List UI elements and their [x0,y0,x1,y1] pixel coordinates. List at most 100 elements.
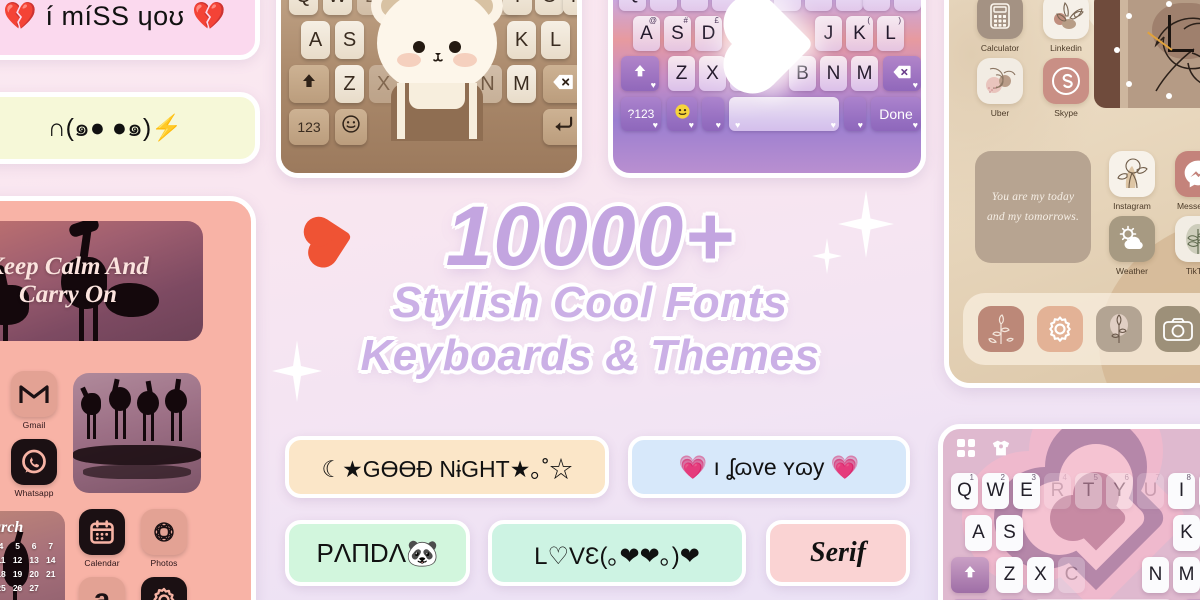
key-z[interactable]: Z [668,56,695,91]
key-i[interactable]: I8 [503,0,532,15]
key-x[interactable]: X [1027,557,1054,593]
key-k[interactable]: K( [846,16,873,51]
app-icon-weather[interactable]: Weather [1109,216,1155,276]
key-e[interactable]: E3 [1013,473,1040,509]
key-s[interactable]: S [996,515,1023,551]
key-n[interactable]: N [820,56,847,91]
key-k[interactable]: K [1173,515,1200,551]
key-p[interactable]: P [894,0,921,11]
key-e[interactable]: E [681,0,708,11]
key-q[interactable]: Q1 [289,0,318,15]
app-icon-photos[interactable]: Photos [141,509,187,568]
key-w[interactable]: W2 [982,473,1009,509]
emoji-key[interactable] [335,109,367,145]
grid-icon[interactable] [957,439,975,457]
key-r[interactable]: R4 [1044,473,1071,509]
emoji-key[interactable]: ♥ [667,97,697,131]
key-m[interactable]: M [507,65,536,103]
app-icon-linkedin[interactable]: Linkedin [1043,0,1089,53]
key-p[interactable]: P0 [563,0,577,15]
flamingo-photo-widget[interactable] [73,373,201,493]
dock-icon-flower[interactable] [978,306,1024,352]
app-icon-uber[interactable]: Uber [977,58,1023,118]
backspace-key[interactable]: ♥ [883,56,921,91]
dock[interactable] [963,293,1200,365]
pink-theme-home-screen[interactable]: Keep Calm And Carry On Messenger Gmail F… [0,196,256,600]
key-m[interactable]: M [1173,557,1200,593]
key-o[interactable]: O9 [535,0,564,15]
clock-widget[interactable] [1094,0,1200,108]
numbers-key[interactable]: 123 [289,109,329,145]
comma-key[interactable]: ♥ [702,97,724,131]
key-x[interactable]: X [699,56,726,91]
key-a[interactable]: A @ [633,16,660,51]
hero-text-block: 10000+ Stylish Cool Fonts Keyboards & Th… [290,194,890,406]
dock-icon-settings[interactable] [1037,306,1083,352]
period-key[interactable]: ♥ [844,97,866,131]
numbers-key[interactable]: ?123 ♥ [621,97,661,131]
key-t[interactable]: T5 [1075,473,1102,509]
done-key[interactable]: Done ♥ [871,97,921,131]
key-c[interactable]: C [1058,557,1085,593]
key-w[interactable]: W2 [323,0,352,15]
key-z[interactable]: Z [996,557,1023,593]
theme-shirt-icon[interactable] [991,439,1011,462]
shift-key[interactable] [951,557,989,593]
dock-icon-camera[interactable] [1155,306,1200,352]
key-m[interactable]: M [851,56,878,91]
key-n[interactable]: N [1142,557,1169,593]
font-pill-panda[interactable]: PΛПDΛ🐼 [285,520,470,586]
space-key[interactable]: ♥ ♥ [729,97,839,131]
key-i[interactable]: I [836,0,863,11]
font-card-kaomoji[interactable]: ∩(๑● ●๑)⚡ [0,92,260,164]
backspace-key[interactable] [543,65,577,103]
font-pill-i-love-you[interactable]: 💗 ı ʆɷve ʏɷy 💗 [628,436,910,498]
key-q[interactable]: Q [619,0,646,11]
app-icon-amazon[interactable]: a Amazon [79,577,125,600]
dock-icon-poppy[interactable] [1096,306,1142,352]
font-pill-good-night[interactable]: ☾★GӨӨƉ NɨGHT★｡˚☆ [285,436,609,498]
quote-widget[interactable]: You are my today and my tomorrows. [975,151,1091,263]
app-icon-calendar[interactable]: Calendar [79,509,125,568]
app-icon-instagram[interactable]: Instagram [1109,151,1155,211]
app-icon-gmail[interactable]: Gmail [11,371,57,430]
app-icon-calculator[interactable]: Calculator [977,0,1023,53]
shift-icon [300,72,318,96]
shift-key[interactable]: ♥ [621,56,659,91]
key-y[interactable]: Y6 [1106,473,1133,509]
font-pill-love-kaomoji[interactable]: L♡VƐ(｡❤❤｡)❤ [488,520,746,586]
key-s[interactable]: S # [664,16,691,51]
key-w[interactable]: W [650,0,677,11]
key-i[interactable]: I8 [1168,473,1195,509]
key-l[interactable]: L) [877,16,904,51]
sunset-heart-keyboard-theme[interactable]: Q W E R T Y U I O P A@ S# D£ J K( L) ♥ Z… [608,0,926,178]
beige-theme-home-screen[interactable]: Calculator Linkedin Uber Skype You are m… [944,0,1200,388]
key-a[interactable]: A [301,21,330,59]
app-label: Instagram [1113,201,1151,211]
font-pill-serif[interactable]: Serif [766,520,910,586]
app-icon-settings[interactable]: Settings [141,577,187,600]
key-j[interactable]: J [815,16,842,51]
calendar-widget[interactable]: March 1234567 891011121314 1516171819202… [0,511,65,600]
app-icon-tiktok[interactable]: TikTok [1175,216,1200,276]
key-a[interactable]: A [965,515,992,551]
key-o[interactable]: O [863,0,890,11]
key-q[interactable]: Q1 [951,473,978,509]
bear-keyboard-theme[interactable]: Q1 W2 E3 R4 T5 Y6 U7 I8 O9 P0 A S K L Z … [276,0,582,178]
shift-key[interactable] [289,65,329,103]
key-d[interactable]: D £ [695,16,722,51]
key-z[interactable]: Z [335,65,364,103]
heart-keyboard-theme[interactable]: Q1 W2 E3 R4 T5 Y6 U7 I8 O9 P A S K L Z X… [938,424,1200,600]
key-u[interactable]: U7 [1137,473,1164,509]
app-icon-skype[interactable]: Skype [1043,58,1089,118]
keep-calm-widget[interactable]: Keep Calm And Carry On [0,221,203,341]
key-u[interactable]: U [805,0,832,11]
key-k[interactable]: K [507,21,536,59]
app-icon-whatsapp[interactable]: Whatsapp [11,439,57,498]
app-icon-messenger[interactable]: Messenger [1175,151,1200,211]
key-s[interactable]: S [335,21,364,59]
key-l[interactable]: L [541,21,570,59]
keyboard-toolbar[interactable] [957,439,1011,462]
font-card-i-miss-you[interactable]: 💔 í míSS ɥoʊ 💔 [0,0,260,60]
enter-key[interactable] [543,109,577,145]
